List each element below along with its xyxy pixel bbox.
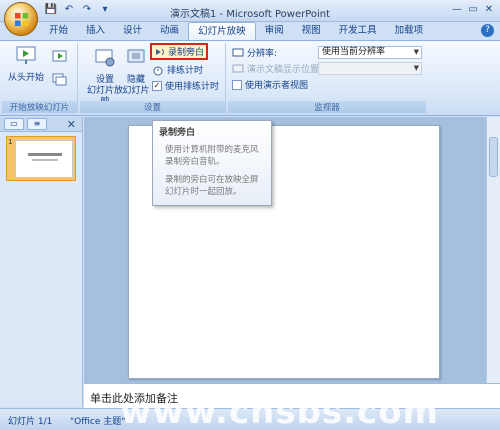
setup-show-button[interactable]: 设置 幻灯片放映 bbox=[84, 47, 126, 108]
maximize-icon[interactable]: ▭ bbox=[466, 3, 480, 17]
record-narration-tooltip: 录制旁白 使用计算机附带的麦克风录制旁白音轨。 录制的旁白可在放映全屏幻灯片时一… bbox=[152, 120, 272, 206]
slide-number: 1 bbox=[8, 138, 13, 146]
resolution-dropdown[interactable]: 使用当前分辨率 ▼ bbox=[318, 46, 422, 59]
slide-workspace bbox=[84, 117, 486, 383]
setup-show-icon bbox=[95, 49, 115, 67]
record-narration-highlight: 录制旁白 bbox=[150, 43, 209, 60]
tab-home[interactable]: 开始 bbox=[40, 22, 77, 40]
tab-addins[interactable]: 加载项 bbox=[386, 22, 433, 40]
use-timings-check[interactable]: ✓ bbox=[152, 80, 162, 91]
chevron-down-icon: ▼ bbox=[413, 48, 419, 56]
ribbon: 从头开始 开始放映幻灯片 设置 幻灯片放映 隐藏 幻灯片 bbox=[0, 40, 500, 116]
microphone-icon bbox=[156, 48, 164, 55]
from-start-button[interactable]: 从头开始 bbox=[6, 45, 46, 84]
tooltip-para1: 使用计算机附带的麦克风录制旁白音轨。 bbox=[165, 145, 259, 167]
group-label-setup: 设置 bbox=[80, 101, 225, 113]
custom-slideshow-icon[interactable] bbox=[52, 73, 68, 87]
tab-review[interactable]: 审阅 bbox=[256, 22, 293, 40]
slide-thumbnail[interactable]: 1 bbox=[6, 136, 76, 181]
tab-developer[interactable]: 开发工具 bbox=[330, 22, 386, 40]
scrollbar-thumb[interactable] bbox=[489, 137, 498, 177]
window-controls: — ▭ ✕ bbox=[450, 3, 496, 17]
hide-slide-icon bbox=[127, 49, 145, 63]
hide-slide-button[interactable]: 隐藏 幻灯片 bbox=[122, 47, 150, 97]
use-timings-checkbox[interactable]: ✓ 使用排练计时 bbox=[152, 79, 219, 92]
window-title: 演示文稿1 - Microsoft PowerPoint bbox=[169, 9, 331, 20]
from-current-slide-icon[interactable] bbox=[52, 49, 68, 65]
thumb-subtitle-line bbox=[32, 159, 58, 161]
help-icon[interactable]: ? bbox=[481, 24, 494, 37]
slides-pane: ▭ ≡ ✕ 1 bbox=[0, 117, 83, 407]
presenter-view-check[interactable] bbox=[232, 79, 242, 90]
group-setup: 设置 幻灯片放映 隐藏 幻灯片 录制旁白 排练计时 bbox=[80, 43, 226, 113]
tooltip-title: 录制旁白 bbox=[159, 128, 196, 138]
office-button[interactable] bbox=[4, 2, 38, 36]
show-on-row: 演示文稿显示位置: bbox=[232, 62, 322, 75]
tooltip-para2: 录制的旁白可在放映全屏幻灯片时一起回放。 bbox=[165, 175, 259, 197]
thumb-title-line bbox=[28, 153, 62, 156]
rehearse-timings-button[interactable]: 排练计时 bbox=[152, 63, 203, 76]
office-logo-icon bbox=[14, 12, 29, 27]
group-monitor: 分辨率: 使用当前分辨率 ▼ 演示文稿显示位置: ▼ 使用演示者视图 监视器 bbox=[228, 43, 426, 113]
monitor-icon bbox=[232, 64, 244, 72]
record-narration-button[interactable]: 录制旁白 bbox=[150, 43, 209, 60]
outline-tab[interactable]: ≡ bbox=[27, 118, 47, 130]
slideshow-play-icon bbox=[16, 46, 36, 64]
tab-insert[interactable]: 插入 bbox=[77, 22, 114, 40]
minimize-icon[interactable]: — bbox=[450, 3, 464, 17]
tab-animation[interactable]: 动画 bbox=[151, 22, 188, 40]
close-icon[interactable]: ✕ bbox=[482, 3, 496, 17]
tab-slideshow[interactable]: 幻灯片放映 bbox=[188, 22, 256, 40]
resolution-icon bbox=[232, 48, 244, 56]
title-bar: 💾 ↶ ↷ ▾ 演示文稿1 - Microsoft PowerPoint — ▭… bbox=[0, 0, 500, 22]
presenter-view-checkbox[interactable]: 使用演示者视图 bbox=[232, 78, 308, 91]
tab-design[interactable]: 设计 bbox=[114, 22, 151, 40]
slide-count: 幻灯片 1/1 bbox=[8, 417, 53, 427]
show-on-dropdown[interactable]: ▼ bbox=[318, 62, 422, 75]
theme-name: "Office 主题" bbox=[70, 417, 126, 427]
tab-view[interactable]: 视图 bbox=[293, 22, 330, 40]
pane-tabs: ▭ ≡ ✕ bbox=[0, 117, 82, 132]
group-start-slideshow: 从头开始 开始放映幻灯片 bbox=[2, 43, 78, 113]
group-label-monitor: 监视器 bbox=[228, 101, 426, 113]
ribbon-tabs: 开始 插入 设计 动画 幻灯片放映 审阅 视图 开发工具 加载项 bbox=[40, 22, 432, 40]
slides-tab[interactable]: ▭ bbox=[4, 118, 24, 130]
group-label-start: 开始放映幻灯片 bbox=[2, 101, 77, 113]
close-icon[interactable]: ✕ bbox=[67, 118, 76, 131]
stopwatch-icon bbox=[153, 66, 163, 75]
vertical-scrollbar[interactable] bbox=[486, 117, 500, 383]
resolution-row: 分辨率: bbox=[232, 46, 277, 59]
slide-thumbnail-image bbox=[15, 140, 73, 178]
watermark: www.chsbs.com bbox=[120, 392, 439, 430]
chevron-down-icon: ▼ bbox=[413, 64, 419, 72]
